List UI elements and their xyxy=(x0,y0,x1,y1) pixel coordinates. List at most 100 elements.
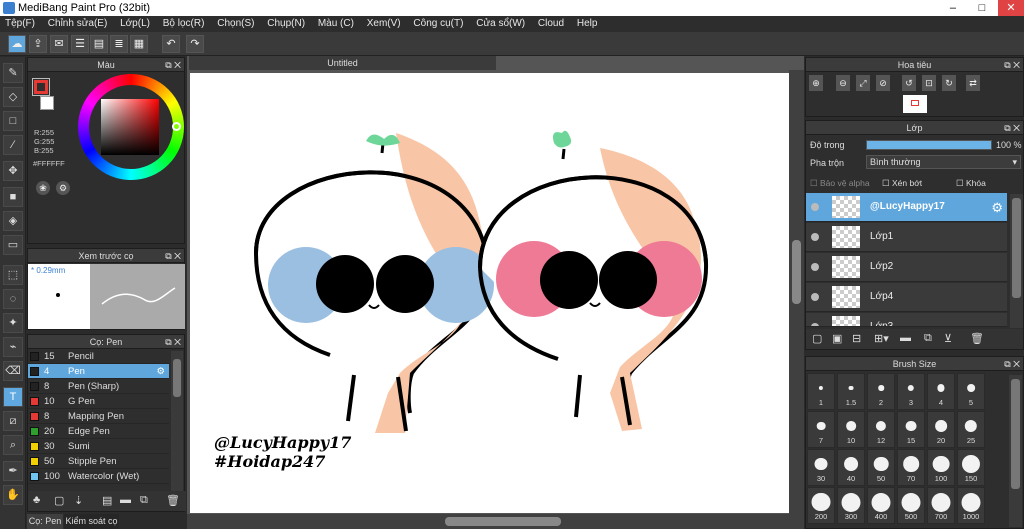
lock-checkbox[interactable]: ☐ Khóa xyxy=(956,178,986,189)
canvas-horizontal-scrollbar[interactable] xyxy=(187,514,789,529)
brush-size-cell[interactable]: 100 xyxy=(927,449,955,486)
brush-size-cell[interactable]: 25 xyxy=(957,411,985,448)
rectangle-tool-icon[interactable]: □ xyxy=(3,111,23,131)
brush-item[interactable]: 100 Watercolor (Wet) xyxy=(28,469,169,484)
brush-size-cell[interactable]: 400 xyxy=(867,487,895,524)
brush-item[interactable]: 8 Mapping Pen xyxy=(28,409,169,424)
layer-row[interactable]: Lớp1 xyxy=(806,223,1007,252)
palette-icon[interactable]: ❀ xyxy=(36,181,50,195)
brush-item[interactable]: 15 Pencil xyxy=(28,349,169,364)
divide-tool-icon[interactable]: ⧄ xyxy=(3,411,23,431)
menu-file[interactable]: Tệp(F) xyxy=(0,16,40,32)
brush-size-cell[interactable]: 200 xyxy=(807,487,835,524)
zoom-in-icon[interactable]: ⊕ xyxy=(809,75,823,91)
panel-controls[interactable]: ⧉ ✕ xyxy=(1004,58,1020,72)
eye-icon[interactable] xyxy=(811,323,819,326)
new-8bit-layer-icon[interactable]: ⊟ xyxy=(852,332,861,345)
brush-size-cell[interactable]: 15 xyxy=(897,411,925,448)
gear-icon[interactable]: ⚙ xyxy=(156,364,165,379)
gradient-tool-icon[interactable]: ▭ xyxy=(3,235,23,255)
brush-size-cell[interactable]: 40 xyxy=(837,449,865,486)
brush-item[interactable]: 4 Pen ⚙ xyxy=(28,364,169,379)
brush-size-cell[interactable]: 12 xyxy=(867,411,895,448)
hand-tool-icon[interactable]: ✋ xyxy=(3,485,23,505)
brush-size-cell[interactable]: 1000 xyxy=(957,487,985,524)
brush-size-cell[interactable]: 150 xyxy=(957,449,985,486)
zoom-out-icon[interactable]: ⊖ xyxy=(836,75,850,91)
merge-layer-icon[interactable]: ⊻ xyxy=(944,332,952,345)
panel-controls[interactable]: ⧉ ✕ xyxy=(1004,121,1020,135)
brush-size-cell[interactable]: 50 xyxy=(867,449,895,486)
grid-icon[interactable]: ▦ xyxy=(130,35,148,53)
brush-size-cell[interactable]: 5 xyxy=(957,373,985,410)
brush-size-cell[interactable]: 300 xyxy=(837,487,865,524)
chat-icon[interactable]: ✉ xyxy=(50,35,68,53)
brush-size-cell[interactable]: 500 xyxy=(897,487,925,524)
brush-folder-icon[interactable]: ▬ xyxy=(120,494,131,506)
brush-size-scrollbar[interactable] xyxy=(1009,375,1022,527)
redo-icon[interactable]: ↷ xyxy=(186,35,204,53)
menu-view[interactable]: Xem(V) xyxy=(362,16,406,32)
import-brush-icon[interactable]: ⇣ xyxy=(74,494,83,507)
panel-controls[interactable]: ⧉ ✕ xyxy=(165,58,181,72)
layer-scrollbar[interactable] xyxy=(1010,194,1023,328)
brush-size-cell[interactable]: 2 xyxy=(867,373,895,410)
layer-folder-icon[interactable]: ▬ xyxy=(900,332,911,344)
panel-controls[interactable]: ⧉ ✕ xyxy=(1004,357,1020,371)
rotate-right-icon[interactable]: ↻ xyxy=(942,75,956,91)
eye-icon[interactable] xyxy=(811,293,819,301)
menu-layer[interactable]: Lớp(L) xyxy=(115,16,155,32)
delete-brush-icon[interactable]: 🗑 xyxy=(166,494,180,507)
eraser-tool-icon[interactable]: ◇ xyxy=(3,87,23,107)
select-tool-icon[interactable]: ⬚ xyxy=(3,265,23,285)
eye-icon[interactable] xyxy=(811,263,819,271)
new-halftone-layer-icon[interactable]: ▣ xyxy=(832,332,842,345)
menu-snap[interactable]: Chụp(N) xyxy=(262,16,310,32)
move-tool-icon[interactable]: ✥ xyxy=(3,161,23,181)
menu-edit[interactable]: Chỉnh sửa(E) xyxy=(43,16,113,32)
brush-size-cell[interactable]: 4 xyxy=(927,373,955,410)
rotate-reset-icon[interactable]: ⊡ xyxy=(922,75,936,91)
text-tool-icon[interactable]: T xyxy=(3,387,23,407)
layer-row[interactable]: @LucyHappy17 ⚙ xyxy=(806,193,1007,222)
layer-menu-icon[interactable]: ⊞▾ xyxy=(874,332,889,345)
duplicate-layer-icon[interactable]: ⧉ xyxy=(924,332,932,345)
select-pen-icon[interactable]: ⌁ xyxy=(3,337,23,357)
opacity-slider[interactable] xyxy=(866,140,992,150)
panel-controls[interactable]: ⧉ ✕ xyxy=(165,249,181,263)
tab-brush[interactable]: Cọ: Pen xyxy=(27,514,63,529)
maximize-button[interactable]: □ xyxy=(969,0,995,16)
comment-icon[interactable]: ☰ xyxy=(71,35,89,53)
brush-tool-icon[interactable]: ✎ xyxy=(3,63,23,83)
eyedropper-icon[interactable]: ⌕ xyxy=(3,435,23,455)
fit-icon[interactable]: ⤢ xyxy=(856,75,870,91)
layer-row[interactable]: Lớp4 xyxy=(806,283,1007,312)
brush-menu-icon[interactable]: ▤ xyxy=(102,494,112,507)
duplicate-brush-icon[interactable]: ⧉ xyxy=(140,494,148,507)
undo-icon[interactable]: ↶ xyxy=(162,35,180,53)
flip-icon[interactable]: ⇄ xyxy=(966,75,980,91)
saturation-square[interactable] xyxy=(101,99,159,155)
navigator-thumbnail[interactable] xyxy=(903,95,927,113)
select-eraser-icon[interactable]: ⌫ xyxy=(3,361,23,381)
brush-size-cell[interactable]: 1.5 xyxy=(837,373,865,410)
color-wheel[interactable] xyxy=(78,74,184,180)
minimize-button[interactable]: – xyxy=(940,0,966,16)
brush-list-scrollbar[interactable] xyxy=(171,351,183,491)
bucket-tool-icon[interactable]: ◈ xyxy=(3,211,23,231)
add-brush-icon[interactable]: ♣ xyxy=(33,494,40,506)
tab-brush-control[interactable]: Kiểm soát cọ xyxy=(64,514,119,529)
menu-select[interactable]: Chọn(S) xyxy=(212,16,259,32)
magic-wand-icon[interactable]: ✦ xyxy=(3,313,23,333)
palette-settings-icon[interactable]: ⚙ xyxy=(56,181,70,195)
close-button[interactable]: ✕ xyxy=(998,0,1024,16)
brush-item[interactable]: 8 Pen (Sharp) xyxy=(28,379,169,394)
delete-layer-icon[interactable]: 🗑 xyxy=(970,332,984,345)
menu-window[interactable]: Cửa sổ(W) xyxy=(471,16,530,32)
canvas-vertical-scrollbar[interactable] xyxy=(789,70,804,529)
brush-size-cell[interactable]: 70 xyxy=(897,449,925,486)
menu-filter[interactable]: Bộ lọc(R) xyxy=(158,16,210,32)
gear-icon[interactable]: ⚙ xyxy=(991,200,1003,216)
rotate-left-icon[interactable]: ↺ xyxy=(902,75,916,91)
layer-row[interactable]: Lớp3 xyxy=(806,313,1007,327)
